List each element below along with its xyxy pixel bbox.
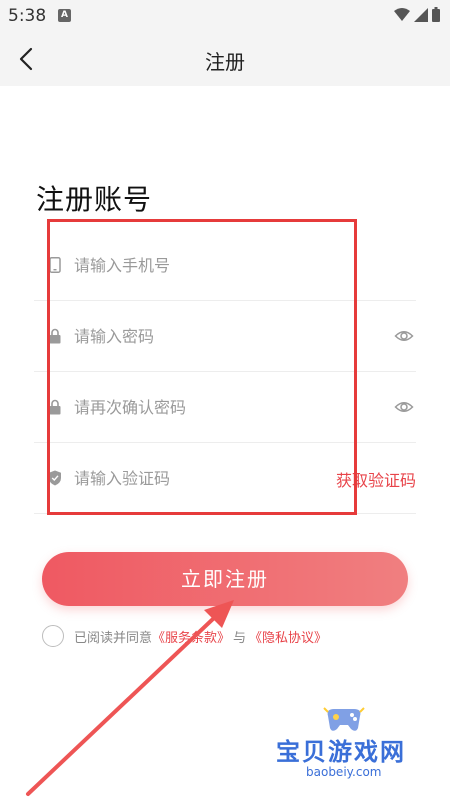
phone-row [34, 230, 416, 301]
page-heading: 注册账号 [36, 183, 153, 216]
lock-icon [49, 399, 61, 415]
confirm-password-row [34, 372, 416, 443]
status-icons [394, 7, 440, 22]
wifi-icon [394, 7, 410, 21]
status-time: 5:38 [8, 6, 47, 26]
agreement-row: 已阅读并同意 《服务条款》 与 《隐私协议》 [42, 624, 327, 648]
confirm-password-input[interactable] [74, 394, 324, 420]
agreement-and: 与 [233, 630, 247, 646]
watermark-title: 宝贝游戏网 [276, 738, 406, 766]
agreement-prefix: 已阅读并同意 [74, 630, 153, 646]
watermark-url: baobeiy.com [306, 765, 382, 779]
phone-icon [49, 257, 61, 273]
status-bar: 5:38 A [0, 0, 450, 32]
agreement-checkbox[interactable] [42, 625, 64, 647]
signal-icon [414, 7, 428, 22]
eye-icon[interactable] [394, 397, 414, 417]
password-input[interactable] [74, 323, 324, 349]
eye-icon[interactable] [394, 326, 414, 346]
register-button[interactable]: 立即注册 [42, 552, 408, 606]
lock-icon [49, 328, 61, 344]
terms-link[interactable]: 《服务条款》 [152, 627, 230, 646]
battery-icon [432, 7, 440, 22]
notification-icon: A [58, 9, 71, 22]
get-code-button[interactable]: 获取验证码 [336, 467, 416, 491]
verification-code-input[interactable] [74, 465, 324, 491]
privacy-link[interactable]: 《隐私协议》 [249, 627, 327, 646]
nav-title: 注册 [205, 50, 245, 74]
shield-icon [49, 470, 61, 486]
password-row [34, 301, 416, 372]
gamepad-icon [323, 707, 365, 731]
phone-input[interactable] [74, 252, 324, 278]
verification-code-row: 获取验证码 [34, 443, 416, 514]
nav-bar: 注册 [0, 32, 450, 86]
